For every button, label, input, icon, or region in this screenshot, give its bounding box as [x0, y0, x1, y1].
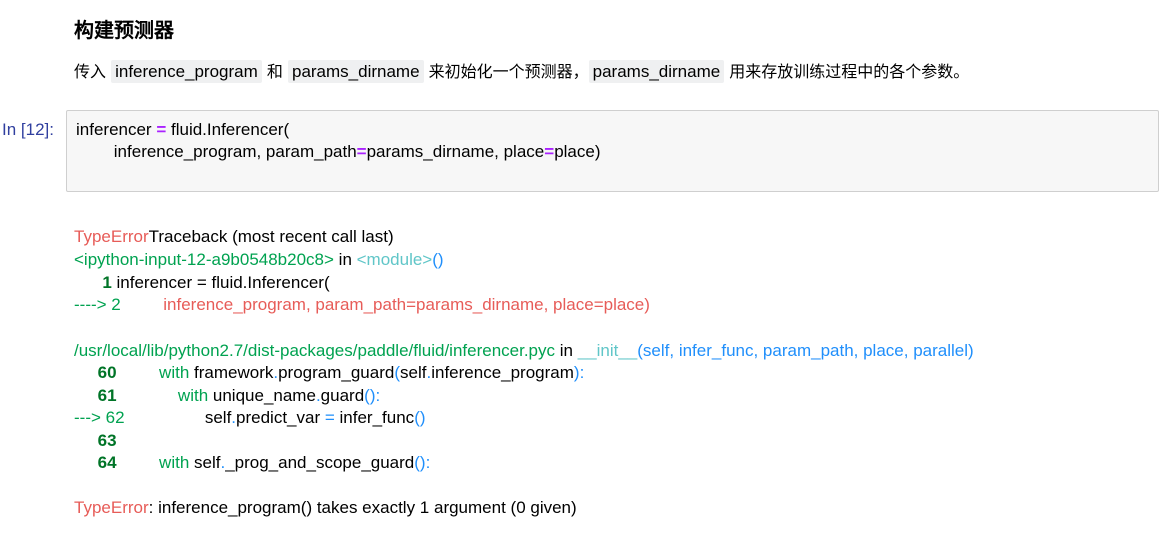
code-line-2: inference_program, param_path=params_dir… [76, 142, 601, 161]
para-text: 用来存放训练过程中的各个参数。 [724, 62, 970, 81]
inline-code-params-dirname: params_dirname [287, 60, 424, 83]
traceback-line: 63 [74, 431, 117, 450]
traceback-error-line: ----> 2 inference_program, param_path=pa… [74, 295, 650, 314]
traceback-frame-1: <ipython-input-12-a9b0548b20c8> in <modu… [74, 250, 444, 269]
inline-code-params-dirname: params_dirname [588, 60, 725, 83]
traceback-line: 1 inferencer = fluid.Inferencer( [74, 273, 330, 292]
section-heading: 构建预测器 [74, 18, 174, 42]
traceback-header: TypeErrorTraceback (most recent call las… [74, 227, 394, 246]
para-text: 来初始化一个预测器， [423, 62, 589, 81]
para-text: 传入 [74, 62, 112, 81]
error-message: TypeError: inference_program() takes exa… [74, 498, 577, 517]
traceback-frame-2: /usr/local/lib/python2.7/dist-packages/p… [74, 341, 974, 360]
description-paragraph: 传入 inference_program 和 params_dirname 来初… [74, 58, 969, 86]
traceback-line: 64 with self._prog_and_scope_guard(): [74, 453, 431, 472]
traceback-line: 60 with framework.program_guard(self.inf… [74, 363, 585, 382]
cell-prompt: In [12]: [2, 120, 54, 139]
inline-code-inference-program: inference_program [111, 60, 262, 83]
code-input-area[interactable]: inferencer = fluid.Inferencer( inference… [66, 110, 1159, 192]
code-line-1: inferencer = fluid.Inferencer( [76, 120, 290, 139]
traceback-line: 61 with unique_name.guard(): [74, 386, 381, 405]
traceback-error-line: ---> 62 self.predict_var = infer_func() [74, 408, 426, 427]
para-text: 和 [261, 62, 288, 81]
